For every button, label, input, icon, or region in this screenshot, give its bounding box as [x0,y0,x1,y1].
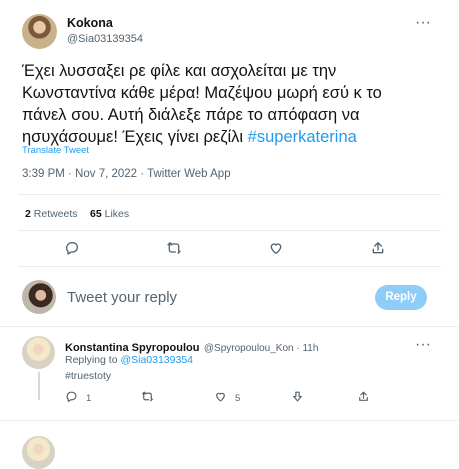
replying-to-handle[interactable]: @Sia03139354 [120,354,193,366]
share-icon[interactable] [370,240,386,256]
retweets-count: 2 [25,208,31,220]
divider [18,230,441,231]
translate-tweet-link[interactable]: Translate Tweet [22,145,89,156]
reply-reply-icon[interactable] [65,390,78,403]
divider [0,420,459,421]
hashtag-link[interactable]: #superkaterina [248,128,357,146]
reply-more-options-icon[interactable]: ··· [415,336,431,354]
retweets-stat[interactable]: 2 Retweets [25,208,78,220]
reply-like-count: 5 [235,393,241,404]
author-handle[interactable]: @Sia03139354 [67,33,143,45]
reply-author-handle[interactable]: @Spyropoulou_Kon · 11h [204,343,319,354]
divider [18,266,441,267]
divider [18,194,441,195]
reply-hashtag[interactable]: #truestoty [65,370,111,382]
reply-button[interactable]: Reply [375,285,427,310]
reply-downvote-icon[interactable] [291,390,304,403]
reply-icon[interactable] [64,240,80,256]
tweet-text-line-last: ησυχάσουμε! Έχεις γίνει ρεζίλι [22,128,248,146]
tweet-timestamp[interactable]: 3:39 PM · Nov 7, 2022 · Twitter Web App [22,168,231,180]
current-user-avatar [22,280,56,314]
reply-like-icon[interactable] [214,390,227,403]
reply-retweet-icon[interactable] [141,390,154,403]
retweets-label: Retweets [33,208,78,220]
more-options-icon[interactable]: ··· [415,14,431,32]
replying-to-label: Replying to [65,354,121,366]
replying-to: Replying to @Sia03139354 [65,354,193,366]
reply-reply-count: 1 [86,393,92,404]
next-reply-avatar[interactable] [22,436,55,469]
author-name[interactable]: Kokona [67,16,113,30]
likes-label: Likes [104,208,130,220]
tweet-text: Έχει λυσσαξει ρε φίλε και ασχολείται με … [22,60,442,148]
reply-share-icon[interactable] [357,390,370,403]
tweet-text-line: Κωνσταντίνα κάθε μέρα! Μαζέψου μωρή εσύ … [22,84,382,102]
tweet-text-line: Έχει λυσσαξει ρε φίλε και ασχολείται με … [22,62,337,80]
tweet-text-line: πάνελ σου. Αυτή διάλεξε πάρε το απόφαση … [22,106,360,124]
thread-line [38,372,40,400]
likes-count: 65 [90,208,102,220]
like-icon[interactable] [268,240,284,256]
reply-author-name[interactable]: Konstantina Spyropoulou [65,342,199,354]
reply-author-avatar[interactable] [22,336,55,369]
likes-stat[interactable]: 65 Likes [90,208,129,220]
divider [0,326,459,327]
reply-input[interactable]: Tweet your reply [67,289,177,306]
author-avatar[interactable] [22,14,57,49]
retweet-icon[interactable] [166,240,182,256]
